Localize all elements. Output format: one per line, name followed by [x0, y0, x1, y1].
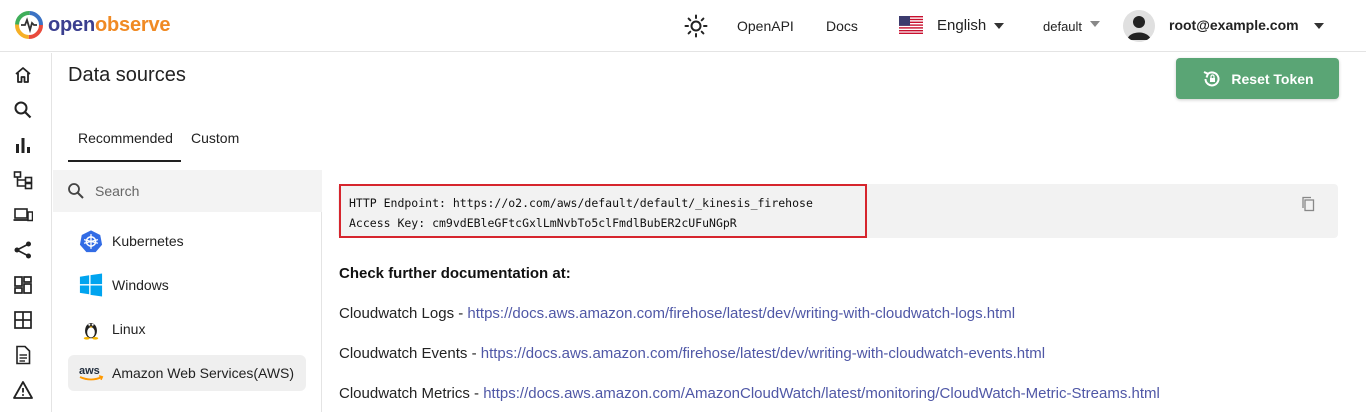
doc-label: Cloudwatch Logs -: [339, 305, 468, 322]
reset-token-label: Reset Token: [1231, 70, 1314, 87]
docs-link[interactable]: Docs: [826, 18, 858, 34]
user-menu[interactable]: root@example.com: [1169, 17, 1299, 33]
tab-recommended[interactable]: Recommended: [78, 130, 173, 146]
doc-label: Cloudwatch Metrics -: [339, 385, 484, 402]
user-chevron-down-icon[interactable]: [1314, 23, 1324, 29]
source-item-linux[interactable]: Linux: [68, 311, 306, 347]
access-key-line: Access Key: cm9vdEBleGFtcGxlLmNvbTo5clFm…: [349, 216, 737, 230]
active-tab-indicator: [68, 160, 181, 162]
search-icon[interactable]: [12, 99, 34, 121]
openobserve-logo-icon: [15, 11, 43, 39]
search-icon: [68, 183, 84, 199]
document-icon[interactable]: [12, 344, 34, 366]
reset-token-button[interactable]: Reset Token: [1176, 58, 1339, 99]
grid-icon[interactable]: [12, 309, 34, 331]
source-item-kubernetes[interactable]: Kubernetes: [68, 223, 306, 259]
source-search[interactable]: Search: [53, 170, 322, 212]
left-nav-rail: [0, 53, 52, 412]
source-item-windows[interactable]: Windows: [68, 267, 306, 303]
page-title: Data sources: [68, 64, 186, 86]
org-select[interactable]: default: [1043, 19, 1082, 34]
top-header: openobserve OpenAPI Docs English default…: [0, 0, 1366, 52]
dashboard-icon[interactable]: [12, 274, 34, 296]
svg-text:aws: aws: [79, 365, 100, 377]
source-label: Windows: [112, 277, 169, 293]
warning-icon[interactable]: [12, 379, 34, 401]
doc-line-logs: Cloudwatch Logs - https://docs.aws.amazo…: [339, 305, 1015, 322]
language-chevron-down-icon[interactable]: [994, 23, 1004, 29]
source-label: Linux: [112, 321, 146, 337]
search-input[interactable]: Search: [95, 183, 139, 199]
logo-text-open: open: [48, 13, 95, 36]
http-endpoint-line: HTTP Endpoint: https://o2.com/aws/defaul…: [349, 196, 813, 210]
logo-text: openobserve: [48, 14, 170, 37]
home-icon[interactable]: [12, 64, 34, 86]
docs-heading: Check further documentation at:: [339, 265, 571, 282]
doc-link-cloudwatch-logs[interactable]: https://docs.aws.amazon.com/firehose/lat…: [467, 305, 1015, 322]
doc-link-cloudwatch-metrics[interactable]: https://docs.aws.amazon.com/AmazonCloudW…: [483, 385, 1160, 402]
windows-icon: [78, 272, 104, 298]
doc-link-cloudwatch-events[interactable]: https://docs.aws.amazon.com/firehose/lat…: [481, 345, 1045, 362]
avatar[interactable]: [1123, 10, 1155, 42]
source-label: Amazon Web Services(AWS): [112, 365, 295, 381]
tab-custom[interactable]: Custom: [191, 130, 239, 146]
openapi-link[interactable]: OpenAPI: [737, 18, 794, 34]
source-label: Kubernetes: [112, 233, 184, 249]
language-select[interactable]: English: [937, 17, 986, 34]
linux-penguin-icon: [78, 316, 104, 342]
doc-label: Cloudwatch Events -: [339, 345, 481, 362]
logo-text-observe: observe: [94, 13, 171, 36]
doc-line-events: Cloudwatch Events - https://docs.aws.ama…: [339, 345, 1045, 362]
sun-icon[interactable]: [684, 14, 708, 38]
kubernetes-icon: [78, 228, 104, 254]
bar-chart-icon[interactable]: [12, 134, 34, 156]
copy-icon[interactable]: [1300, 196, 1316, 212]
org-chevron-down-icon[interactable]: [1090, 21, 1100, 27]
user-avatar-icon: [1123, 10, 1155, 42]
logo[interactable]: openobserve: [14, 10, 170, 40]
devices-icon[interactable]: [12, 204, 34, 226]
us-flag-icon: [899, 16, 923, 34]
data-source-list: Search Kubernetes Windows Linux aws Amaz…: [53, 170, 322, 412]
aws-icon: aws: [78, 360, 104, 386]
source-item-aws[interactable]: aws Amazon Web Services(AWS): [68, 355, 306, 391]
doc-line-metrics: Cloudwatch Metrics - https://docs.aws.am…: [339, 385, 1160, 402]
reset-icon: [1203, 70, 1220, 86]
share-icon[interactable]: [12, 239, 34, 261]
hierarchy-icon[interactable]: [12, 169, 34, 191]
